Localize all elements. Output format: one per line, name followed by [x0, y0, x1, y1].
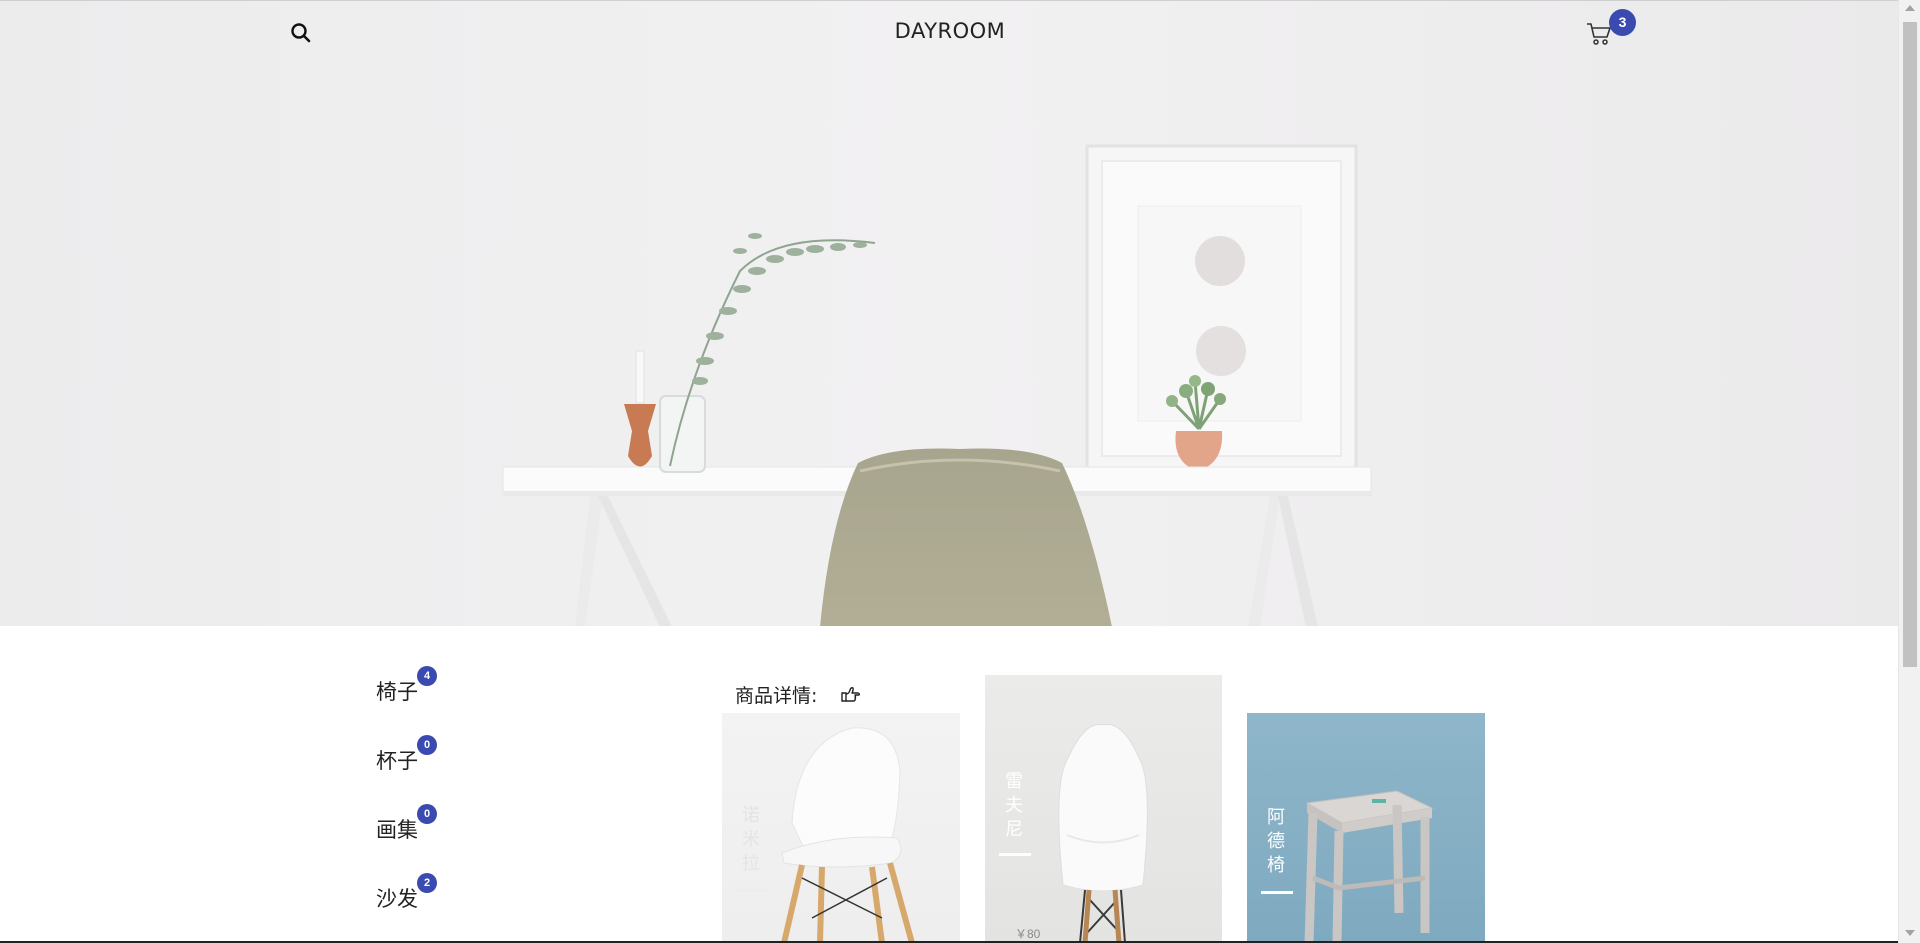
product-name-underline	[999, 853, 1031, 856]
picture-frame	[1085, 144, 1358, 473]
category-count-badge: 2	[417, 873, 437, 893]
category-label: 杯子	[376, 749, 418, 773]
category-list: 椅子 4 杯子 0 画集 0 沙发 2	[376, 660, 576, 936]
cart-count-badge: 3	[1609, 9, 1636, 36]
hero-scene-image	[0, 1, 1898, 626]
product-name: 诺米拉	[739, 805, 760, 877]
category-item-albums[interactable]: 画集 0	[376, 798, 576, 867]
category-label: 椅子	[376, 680, 418, 704]
hero-banner: DAYROOM 3	[0, 0, 1898, 626]
page-scrollbar[interactable]	[1898, 0, 1920, 943]
product-name: 阿德椅	[1264, 807, 1285, 879]
product-price: ￥80	[1015, 927, 1041, 941]
product-detail-heading: 商品详情:	[735, 681, 861, 708]
search-icon	[291, 23, 311, 43]
detail-heading-label: 商品详情:	[735, 685, 818, 707]
category-item-chairs[interactable]: 椅子 4	[376, 660, 576, 729]
scrollbar-thumb[interactable]	[1903, 22, 1917, 667]
pointing-hand-icon	[841, 686, 861, 702]
product-name-underline	[1261, 891, 1293, 894]
category-item-sofas[interactable]: 沙发 2	[376, 867, 576, 936]
product-card-adeyi[interactable]: 阿德椅	[1247, 713, 1485, 943]
search-button[interactable]	[289, 21, 313, 45]
category-label: 画集	[376, 818, 418, 842]
product-name: 雷夫尼	[1002, 771, 1023, 843]
product-card-nomila[interactable]: 诺米拉	[722, 713, 960, 943]
site-logo[interactable]: DAYROOM	[880, 19, 1020, 43]
product-name-underline	[736, 889, 768, 892]
category-label: 沙发	[376, 887, 418, 911]
product-card-leifuni[interactable]: 雷夫尼 ￥80	[985, 675, 1222, 943]
scroll-down-arrow-icon[interactable]	[1905, 930, 1915, 936]
category-item-cups[interactable]: 杯子 0	[376, 729, 576, 798]
scroll-up-arrow-icon[interactable]	[1905, 5, 1915, 11]
category-count-badge: 0	[417, 735, 437, 755]
category-count-badge: 4	[417, 666, 437, 686]
page: DAYROOM 3 椅子 4 杯子 0 画集 0 沙发 2 商品详情: 诺米拉 …	[0, 0, 1920, 943]
category-count-badge: 0	[417, 804, 437, 824]
